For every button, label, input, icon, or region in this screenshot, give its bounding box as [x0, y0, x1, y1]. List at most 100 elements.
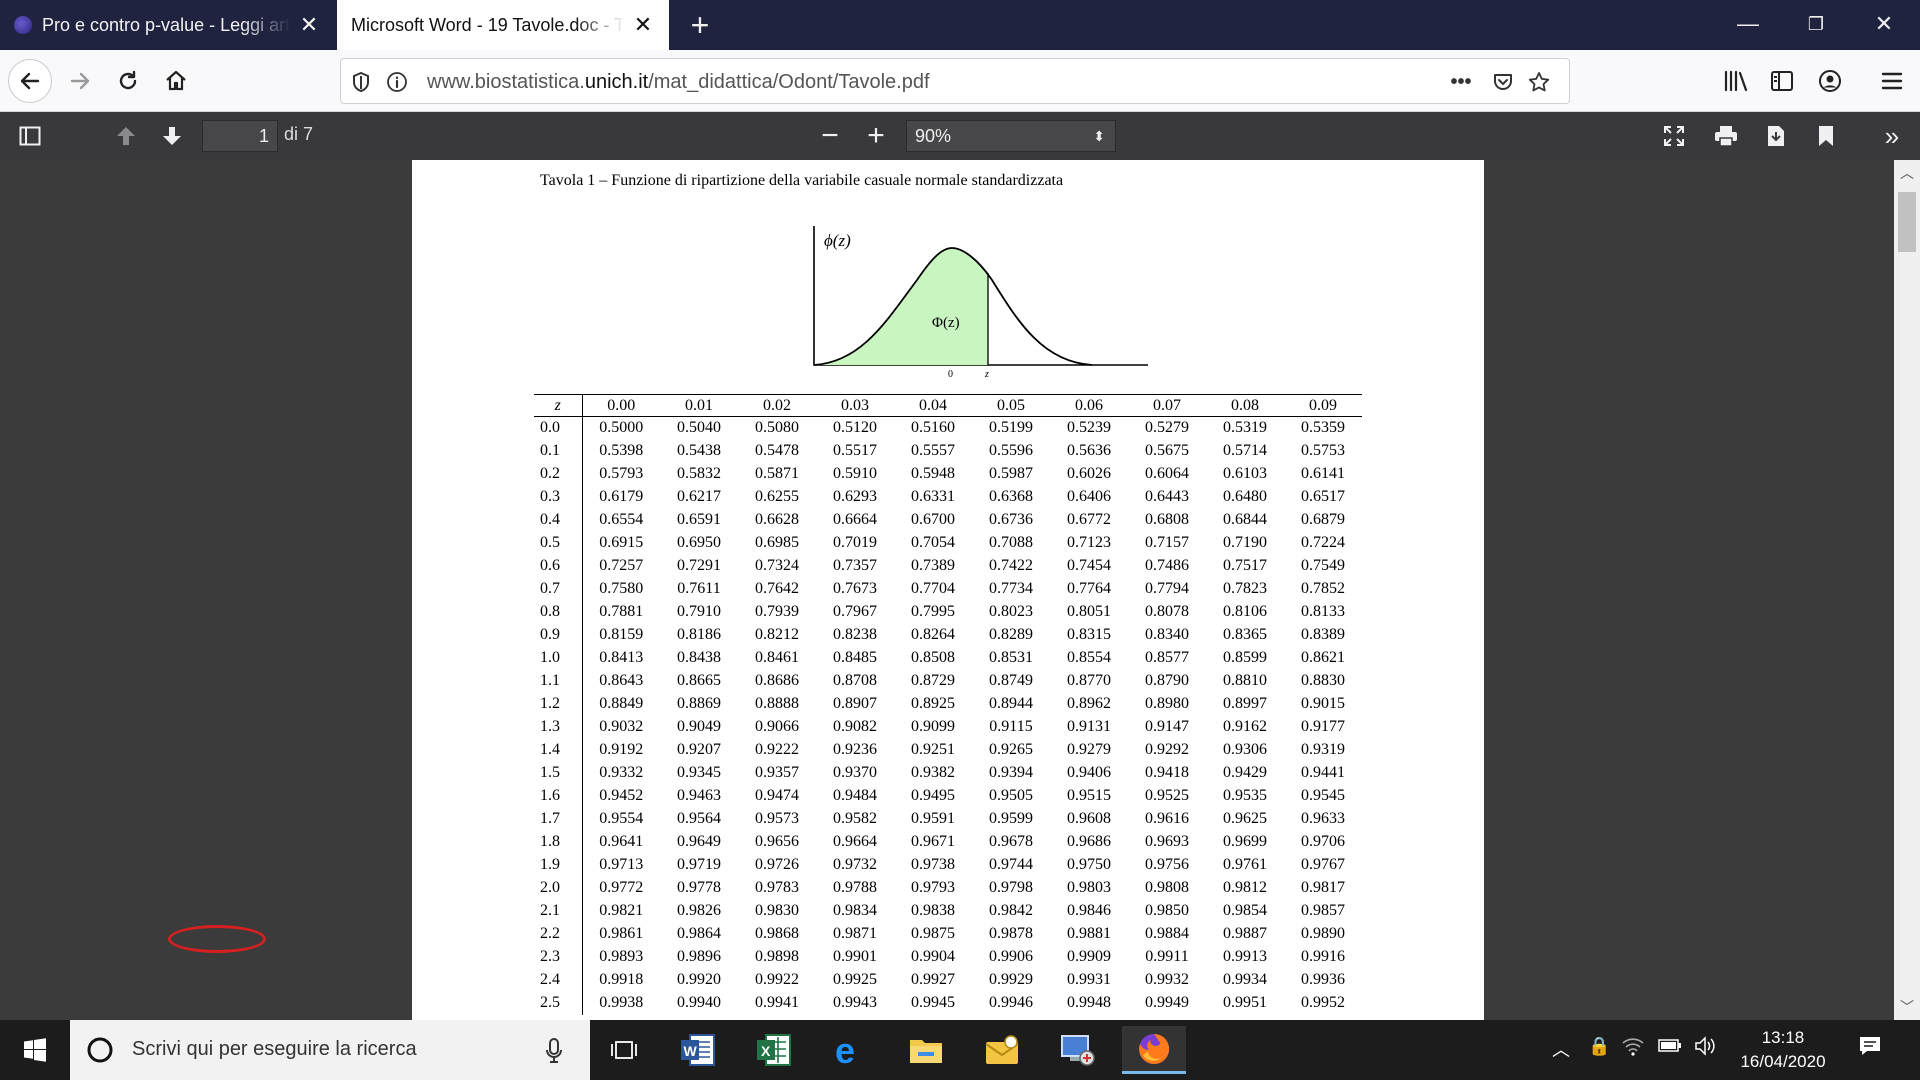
z-value-cell: 2.4: [534, 968, 583, 992]
tools-button[interactable]: »: [1876, 120, 1908, 152]
back-button[interactable]: [8, 59, 52, 103]
wifi-icon[interactable]: [1622, 1036, 1644, 1061]
probability-cell: 0.8212: [755, 626, 799, 643]
volume-icon[interactable]: [1694, 1036, 1718, 1061]
url-text[interactable]: www.biostatistica.unich.it/mat_didattica…: [427, 71, 930, 94]
next-page-button[interactable]: [156, 120, 188, 152]
tab-p-value-article[interactable]: Pro e contro p-value - Leggi art ✕: [0, 0, 335, 50]
zoom-in-button[interactable]: +: [860, 119, 892, 152]
zoom-value: 90%: [915, 126, 952, 146]
close-tab-icon[interactable]: ✕: [297, 12, 321, 38]
vertical-scrollbar[interactable]: ︿ ﹀: [1894, 160, 1920, 1020]
back-arrow-icon: [20, 72, 40, 90]
z-value-cell: 0.3: [534, 485, 583, 509]
probability-cell: 0.8770: [1067, 672, 1111, 689]
probability-cell: 0.6808: [1145, 511, 1189, 528]
excel-app[interactable]: X: [744, 1026, 804, 1074]
taskbar-search-box[interactable]: Scrivi qui per eseguire la ricerca: [70, 1020, 590, 1080]
lock-icon[interactable]: 🔒: [1588, 1036, 1610, 1057]
home-button[interactable]: [154, 59, 198, 103]
presentation-mode-button[interactable]: [1658, 120, 1690, 152]
probability-cell: 0.9909: [1067, 948, 1111, 965]
bookmark-button[interactable]: [1810, 120, 1842, 152]
shield-icon[interactable]: [349, 70, 373, 94]
probability-cell: 0.9738: [911, 856, 955, 873]
file-explorer-app[interactable]: [896, 1026, 956, 1074]
probability-cell: 0.9750: [1067, 856, 1111, 873]
close-window-button[interactable]: ✕: [1852, 0, 1916, 50]
menu-button[interactable]: [1870, 59, 1914, 103]
probability-cell: 0.9932: [1145, 971, 1189, 988]
network-tool-app[interactable]: [1048, 1026, 1108, 1074]
zoom-out-button[interactable]: −: [814, 119, 846, 152]
reload-button[interactable]: [106, 59, 150, 103]
probability-cell: 0.6700: [911, 511, 955, 528]
new-tab-button[interactable]: +: [682, 6, 718, 44]
z-value-cell: 2.0: [534, 876, 583, 900]
probability-cell: 0.9808: [1145, 879, 1189, 896]
probability-cell: 0.5714: [1223, 442, 1267, 459]
scroll-thumb[interactable]: [1898, 192, 1916, 252]
tab-strip: Pro e contro p-value - Leggi art ✕ Micro…: [0, 0, 1920, 50]
table-row: 0.0 0.5000 0.5040 0.5080 0.5120 0.5160 0.5199 0…: [534, 416, 1362, 440]
cortana-circle-icon: [87, 1037, 113, 1063]
page-number-input[interactable]: 1: [202, 120, 278, 152]
page-actions-icon[interactable]: •••: [1449, 70, 1473, 94]
firefox-app[interactable]: [1122, 1026, 1186, 1074]
probability-cell: 0.9192: [599, 741, 644, 758]
probability-cell: 0.8997: [1223, 695, 1267, 712]
restore-button[interactable]: ❐: [1784, 0, 1848, 50]
address-bar[interactable]: www.biostatistica.unich.it/mat_didattica…: [340, 58, 1570, 104]
scroll-up-icon[interactable]: ︿: [1894, 160, 1920, 186]
probability-cell: 0.8051: [1067, 603, 1111, 620]
word-icon: W: [681, 1034, 715, 1066]
scroll-down-icon[interactable]: ﹀: [1894, 994, 1920, 1020]
close-tab-icon[interactable]: ✕: [631, 12, 655, 38]
probability-cell: 0.7764: [1067, 580, 1111, 597]
previous-page-button[interactable]: [110, 120, 142, 152]
start-button[interactable]: [0, 1020, 70, 1080]
tab-tavole-pdf[interactable]: Microsoft Word - 19 Tavole.doc - Tav ✕: [337, 0, 669, 50]
probability-cell: 0.5319: [1223, 419, 1267, 437]
probability-cell: 0.7704: [911, 580, 955, 597]
edge-app[interactable]: e: [820, 1026, 880, 1074]
save-icon: [1768, 126, 1784, 146]
toggle-sidebar-button[interactable]: [14, 120, 46, 152]
word-app[interactable]: W: [668, 1026, 728, 1074]
print-button[interactable]: [1710, 120, 1742, 152]
column-header: 0.02: [738, 394, 816, 417]
probability-cell: 0.9332: [599, 764, 644, 781]
task-view-button[interactable]: [594, 1026, 654, 1074]
probability-cell: 0.7190: [1223, 534, 1267, 551]
table-row: 0.9 0.8159 0.8186 0.8212 0.8238 0.8264 0.8289 0…: [534, 623, 1362, 647]
action-center-icon[interactable]: [1858, 1034, 1882, 1063]
table-row: 0.6 0.7257 0.7291 0.7324 0.7357 0.7389 0.7422 0…: [534, 554, 1362, 578]
forward-button[interactable]: [58, 59, 102, 103]
probability-cell: 0.9515: [1067, 787, 1111, 804]
probability-cell: 0.9591: [911, 810, 955, 827]
download-button[interactable]: [1760, 120, 1792, 152]
probability-cell: 0.8023: [989, 603, 1033, 620]
clock[interactable]: 13:18 16/04/2020: [1728, 1026, 1838, 1074]
microphone-icon[interactable]: [546, 1038, 562, 1064]
site-info-icon[interactable]: [385, 70, 409, 94]
battery-icon[interactable]: [1658, 1036, 1682, 1059]
minimize-button[interactable]: —: [1716, 0, 1780, 50]
column-header: 0.09: [1284, 394, 1362, 417]
probability-cell: 0.6293: [833, 488, 877, 505]
library-button[interactable]: [1714, 59, 1758, 103]
select-arrows-icon: ⬍: [1093, 128, 1105, 144]
probability-cell: 0.7454: [1067, 557, 1111, 574]
probability-cell: 0.9803: [1067, 879, 1111, 896]
zoom-select[interactable]: 90% ⬍: [906, 120, 1116, 152]
pocket-icon[interactable]: [1491, 70, 1515, 94]
probability-cell: 0.9918: [599, 971, 644, 988]
account-button[interactable]: [1808, 59, 1852, 103]
probability-cell: 0.5000: [599, 419, 644, 437]
probability-cell: 0.9898: [755, 948, 799, 965]
bookmark-star-icon[interactable]: [1527, 70, 1551, 94]
tray-overflow-chevron-icon[interactable]: ︿: [1552, 1036, 1570, 1062]
sidebar-toggle-button[interactable]: [1760, 59, 1804, 103]
probability-cell: 0.9906: [989, 948, 1033, 965]
mail-app[interactable]: [972, 1026, 1032, 1074]
